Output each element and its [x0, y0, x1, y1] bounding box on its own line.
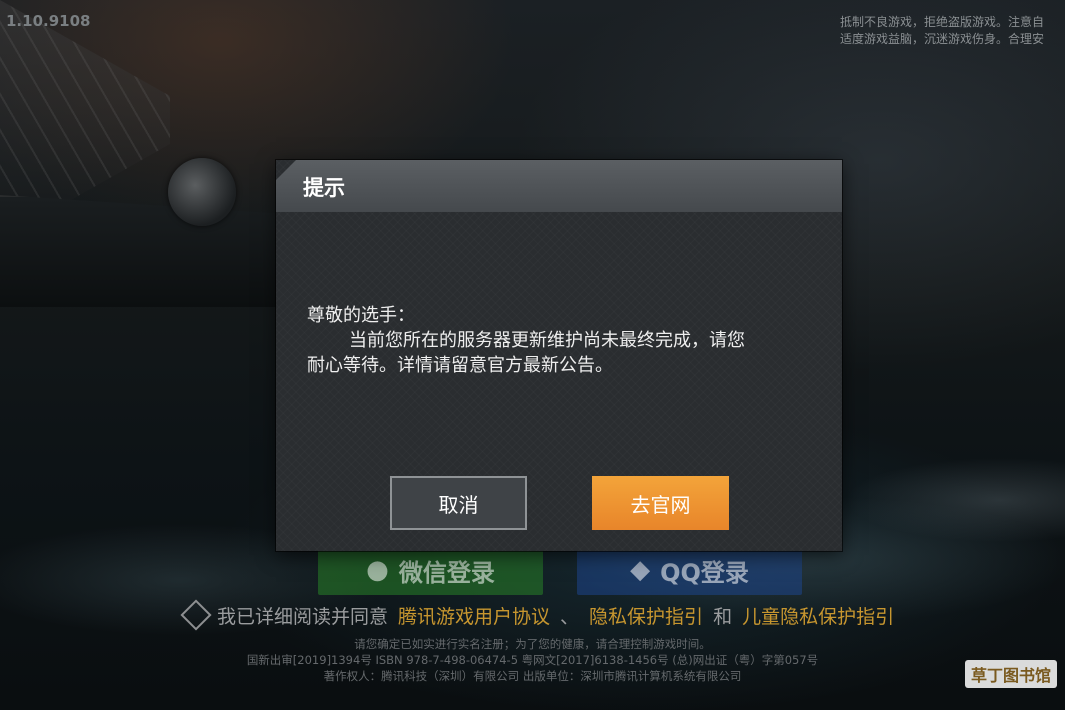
qq-penguin-icon: ◆: [630, 555, 651, 585]
agreement-separator-1: 、: [560, 605, 580, 628]
notice-dialog: 提示 尊敬的选手： 当前您所在的服务器更新维护尚未最终完成，请您 耐心等待。详情…: [276, 160, 842, 551]
agreement-prefix: 我已详细阅读并同意: [217, 605, 389, 628]
privacy-guide-link[interactable]: 隐私保护指引: [589, 602, 703, 629]
legal-footer: 请您确定已如实进行实名注册；为了您的健康，请合理控制游戏时间。 国新出审[201…: [0, 636, 1065, 684]
health-notice: 抵制不良游戏，拒绝盗版游戏。注意自 适度游戏益脑，沉迷游戏伤身。合理安: [840, 14, 1065, 48]
agreement-separator-2: 和: [713, 605, 733, 628]
qq-login-label: QQ登录: [660, 558, 749, 587]
wechat-icon: ●: [366, 555, 389, 585]
user-agreement-link[interactable]: 腾讯游戏用户协议: [398, 602, 550, 629]
dialog-message: 尊敬的选手： 当前您所在的服务器更新维护尚未最终完成，请您 耐心等待。详情请留意…: [307, 303, 827, 378]
dialog-greeting: 尊敬的选手：: [307, 305, 415, 326]
dialog-title: 提示: [303, 176, 345, 200]
qq-login-button[interactable]: ◆ QQ登录: [577, 545, 802, 595]
agreement-checkbox[interactable]: [180, 599, 212, 631]
dialog-line1: 当前您所在的服务器更新维护尚未最终完成，请您: [349, 330, 745, 351]
wechat-login-label: 微信登录: [398, 558, 495, 587]
footer-line1: 请您确定已如实进行实名注册；为了您的健康，请合理控制游戏时间。: [354, 637, 711, 651]
health-notice-line1: 抵制不良游戏，拒绝盗版游戏。注意自: [840, 15, 1045, 29]
cancel-button[interactable]: 取消: [390, 476, 527, 530]
dialog-header: [276, 160, 842, 212]
version-label: 1.10.9108: [6, 12, 91, 30]
health-notice-line2: 适度游戏益脑，沉迷游戏伤身。合理安: [840, 32, 1045, 46]
dialog-line2: 耐心等待。详情请留意官方最新公告。: [307, 355, 613, 376]
searchlight: [168, 158, 236, 226]
footer-line2: 国新出审[2019]1394号 ISBN 978-7-498-06474-5 粤…: [246, 653, 819, 667]
agreement-row: 我已详细阅读并同意 腾讯游戏用户协议 、 隐私保护指引 和 儿童隐私保护指引: [180, 599, 894, 631]
visit-official-site-button[interactable]: 去官网: [592, 476, 729, 530]
watermark-logo: 草丁图书馆: [964, 660, 1057, 688]
footer-line3: 著作权人：腾讯科技（深圳）有限公司 出版单位：深圳市腾讯计算机系统有限公司: [323, 669, 742, 683]
child-privacy-link[interactable]: 儿童隐私保护指引: [742, 602, 894, 629]
wechat-login-button[interactable]: ● 微信登录: [318, 545, 543, 595]
